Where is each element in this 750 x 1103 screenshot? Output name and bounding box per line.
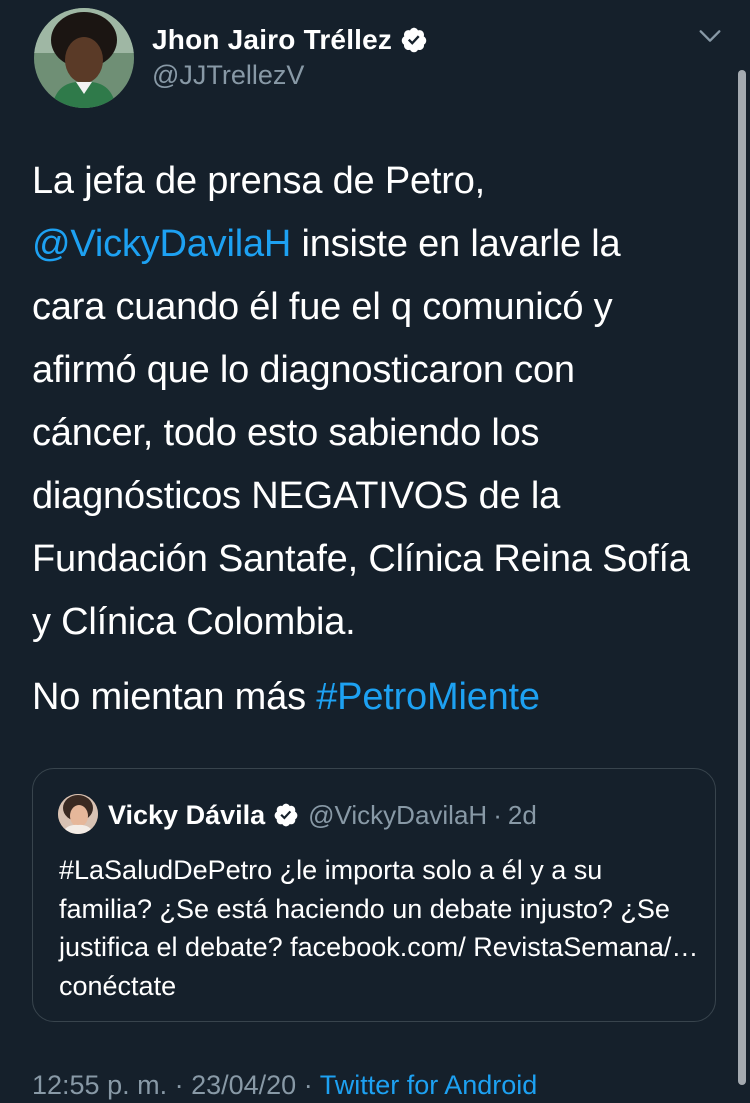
author-handle[interactable]: @JJTrellezV	[152, 60, 304, 91]
author-avatar-image	[34, 8, 134, 108]
verified-badge-icon	[401, 27, 427, 53]
author-display-name[interactable]: Jhon Jairo Tréllez	[152, 24, 392, 56]
verified-badge-icon	[274, 803, 298, 827]
quoted-tweet-time: 2d	[507, 799, 537, 830]
tweet-meta: 12:55 p. m. · 23/04/20 · Twitter for And…	[32, 1070, 537, 1101]
tweet-paragraph: La jefa de prensa de Petro, @VickyDavila…	[32, 150, 692, 654]
quoted-tweet-card[interactable]: Vicky Dávila @VickyDavilaH · 2d #LaSalud…	[32, 768, 716, 1022]
quoted-tweet-header: Vicky Dávila @VickyDavilaH · 2d	[108, 796, 537, 834]
tweet-paragraph: No mientan más #PetroMiente	[32, 666, 692, 729]
quoted-tweet-text: #LaSaludDePetro ¿le importa solo a él y …	[59, 855, 699, 1001]
separator-dot: ·	[167, 1070, 192, 1100]
separator-dot: ·	[493, 799, 502, 830]
author-avatar[interactable]	[34, 8, 134, 108]
tweet-time[interactable]: 12:55 p. m.	[32, 1070, 167, 1100]
tweet-text-segment: La jefa de prensa de Petro,	[32, 160, 486, 202]
mention-link[interactable]: @VickyDavilaH	[32, 223, 291, 265]
tweet-date[interactable]: 23/04/20	[191, 1070, 296, 1100]
tweet-text-segment: insiste en lavarle la cara cuando él fue…	[32, 223, 690, 643]
separator-dot: ·	[296, 1070, 320, 1100]
quoted-author-avatar-image	[58, 794, 98, 834]
chevron-down-icon[interactable]	[696, 22, 724, 50]
author-name-row: Jhon Jairo Tréllez	[152, 20, 428, 60]
scrollbar[interactable]	[738, 70, 746, 1085]
tweet-detail-page: Jhon Jairo Tréllez @JJTrellezV La jefa d…	[0, 0, 750, 1103]
hashtag-link[interactable]: #PetroMiente	[316, 676, 540, 718]
tweet-text: La jefa de prensa de Petro, @VickyDavila…	[32, 150, 692, 729]
quoted-author-name: Vicky Dávila	[108, 799, 266, 830]
tweet-text-segment: No mientan más	[32, 676, 317, 718]
quoted-author-handle: @VickyDavilaH	[308, 799, 488, 830]
tweet-source-link[interactable]: Twitter for Android	[320, 1070, 538, 1100]
quoted-author-avatar	[58, 794, 98, 834]
